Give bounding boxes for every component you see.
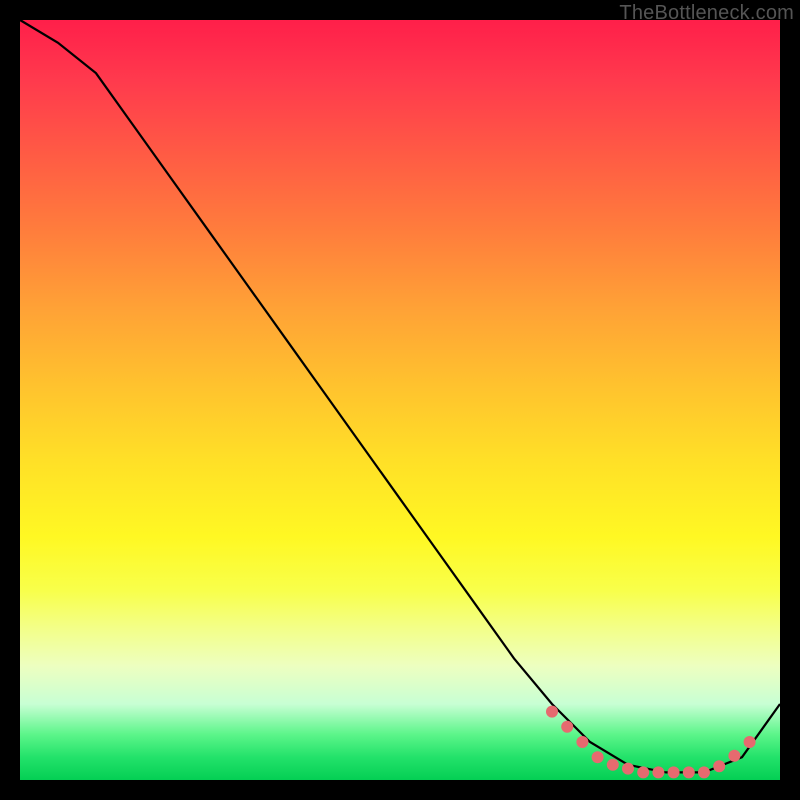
marker-point bbox=[728, 750, 740, 762]
marker-point bbox=[698, 766, 710, 778]
marker-point bbox=[592, 751, 604, 763]
chart-container: TheBottleneck.com bbox=[0, 0, 800, 800]
marker-point bbox=[652, 766, 664, 778]
marker-point bbox=[607, 759, 619, 771]
marker-point bbox=[546, 706, 558, 718]
marker-point bbox=[744, 736, 756, 748]
marker-point bbox=[622, 763, 634, 775]
marker-point bbox=[561, 721, 573, 733]
marker-point bbox=[637, 766, 649, 778]
marker-point bbox=[576, 736, 588, 748]
highlighted-points bbox=[546, 706, 756, 779]
plot-area bbox=[20, 20, 780, 780]
marker-point bbox=[668, 766, 680, 778]
bottleneck-curve bbox=[20, 20, 780, 772]
curve-layer bbox=[20, 20, 780, 780]
marker-point bbox=[713, 760, 725, 772]
marker-point bbox=[683, 766, 695, 778]
